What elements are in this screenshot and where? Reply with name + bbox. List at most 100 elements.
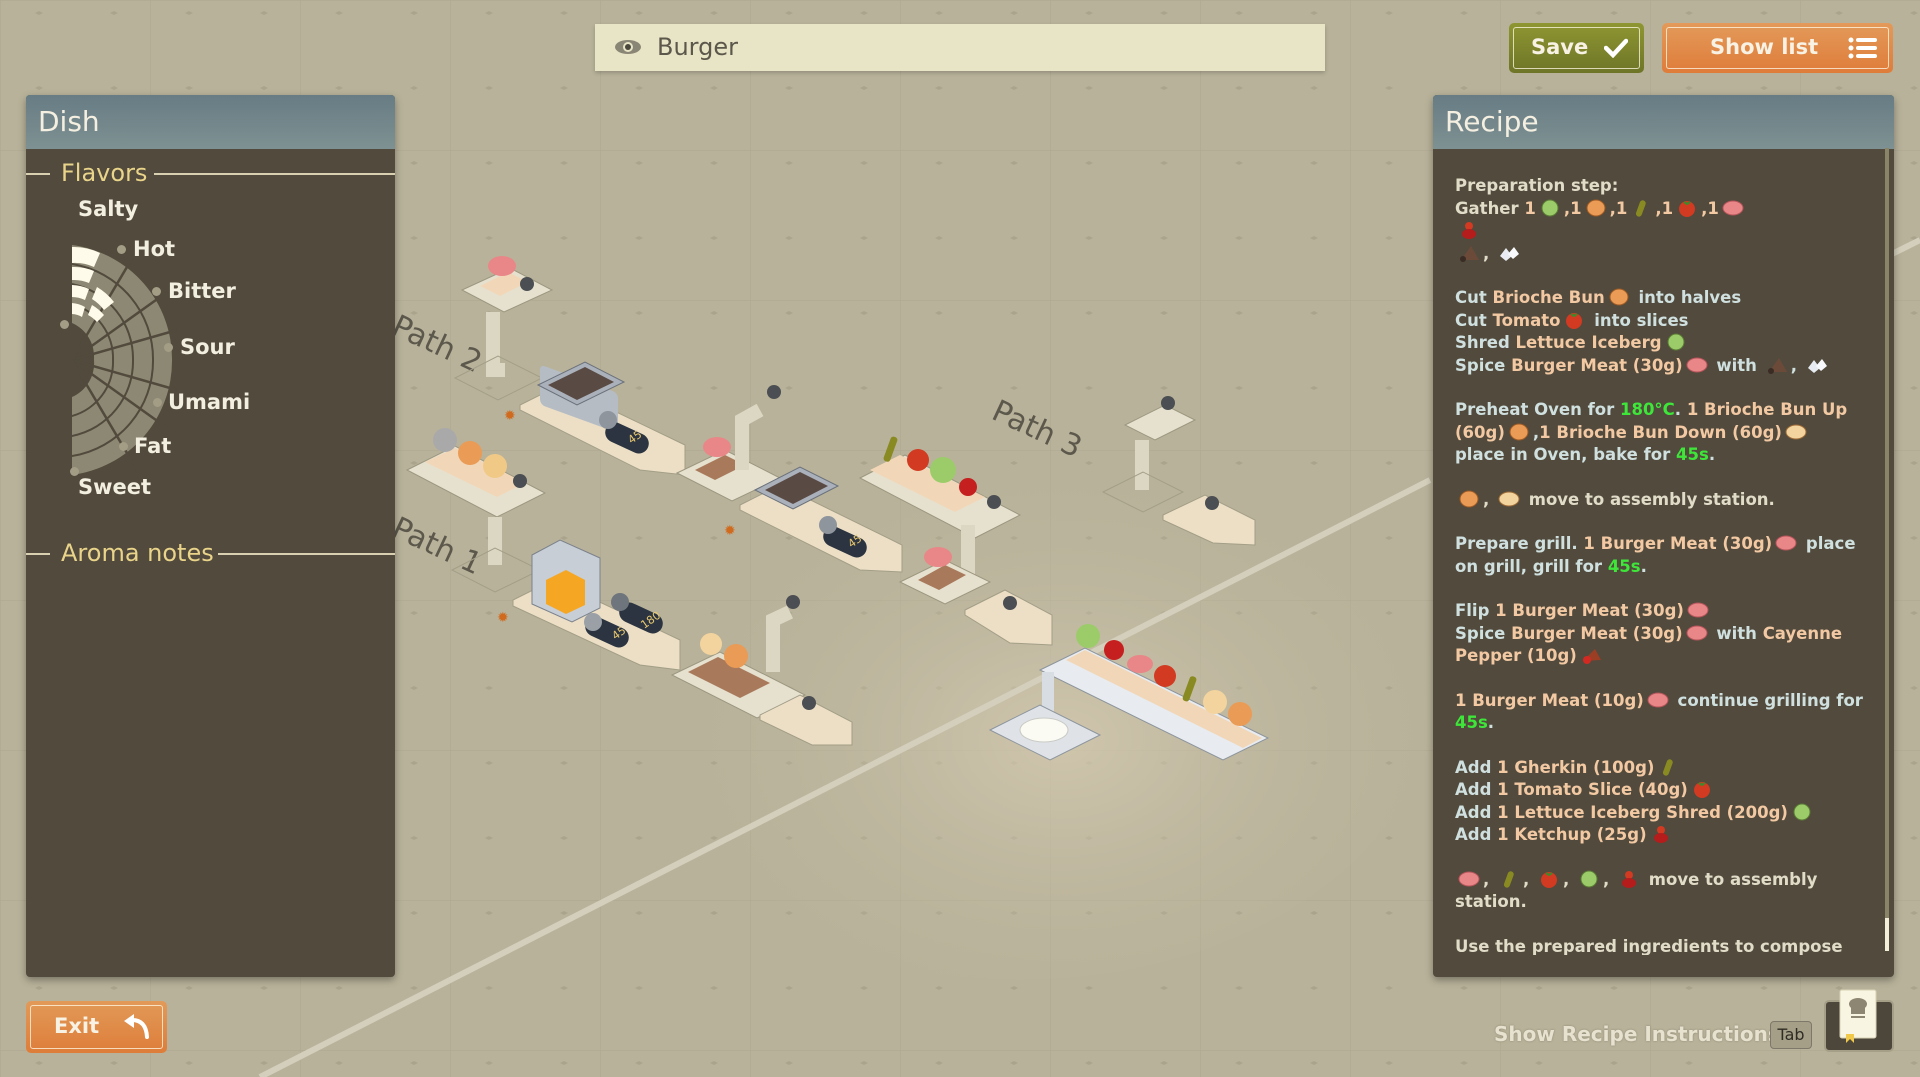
exit-label: Exit [54, 1014, 100, 1038]
ingredient-name: ,1 [1701, 198, 1719, 218]
add-slot-icon[interactable] [767, 385, 781, 399]
recipe-text: Cut [1455, 288, 1493, 307]
lettuce-icon [1580, 870, 1598, 887]
recipe-scrollbar-thumb[interactable] [1885, 918, 1889, 951]
bun-icon [1509, 423, 1529, 440]
flavors-section-header: Flavors [26, 153, 395, 193]
recipe-step: , move to assembly station. [1455, 489, 1865, 512]
add-slot-icon[interactable] [513, 474, 527, 488]
recipe-text: move to assembly station. [1523, 489, 1775, 509]
ingredient-name: ,1 [1563, 198, 1582, 218]
gherkin-icon [1636, 199, 1647, 217]
recipe-value: 45s [1676, 445, 1709, 464]
ingredient-name: 1 Burger Meat (30g) [1495, 601, 1684, 620]
aroma-section-header: Aroma notes [26, 533, 395, 573]
meat-icon [1722, 200, 1744, 215]
eye-icon[interactable] [613, 24, 643, 71]
recipe-book-button[interactable] [1824, 989, 1894, 1052]
recipe-text: Add [1455, 757, 1498, 777]
recipe-text: Spice [1455, 623, 1512, 643]
recipe-step: Add 1 Gherkin (100g) Add 1 Tomato Slice (… [1455, 757, 1865, 847]
bun-icon [1586, 199, 1606, 216]
aroma-title: Aroma notes [61, 539, 214, 567]
recipe-text: into slices [1588, 310, 1689, 330]
list-icon [1848, 37, 1877, 59]
recipe-step: Preparation step: Gather 1 ,1 ,1 ,1 ,1, [1455, 175, 1865, 265]
dish-panel-title: Dish [26, 95, 395, 149]
recipe-text: place in Oven, bake for [1455, 445, 1677, 464]
bun-icon [1609, 288, 1629, 306]
heat-icon: ✹ [504, 408, 516, 424]
add-slot-icon[interactable] [786, 595, 800, 609]
recipe-text: , [1483, 869, 1496, 889]
recipe-steps[interactable]: Preparation step: Gather 1 ,1 ,1 ,1 ,1, Cut B… [1455, 175, 1865, 955]
recipe-text: , [1790, 355, 1803, 375]
salt-icon [1500, 246, 1520, 261]
flavor-hot: Hot [133, 237, 176, 261]
recipe-scrollbar[interactable] [1885, 148, 1889, 951]
add-slot-icon[interactable] [987, 495, 1001, 509]
add-slot-icon[interactable] [1161, 396, 1175, 410]
recipe-text: Flip [1455, 601, 1496, 620]
add-slot-icon[interactable] [1003, 596, 1017, 610]
recipe-text: . [1708, 445, 1716, 464]
ketchup-icon [1462, 222, 1476, 239]
recipe-text: , [1483, 489, 1496, 509]
ingredient-name: ,1 [1609, 198, 1628, 218]
recipe-step: 1 Burger Meat (10g) continue grilling fo… [1455, 690, 1865, 735]
ingredient-name: ,1 [1655, 198, 1674, 218]
ingredient-name: 1 Burger Meat (10g) [1455, 690, 1644, 710]
meat-icon [1686, 357, 1708, 372]
recipe-text: with [1710, 623, 1763, 643]
recipe-text: Preparation step: [1455, 176, 1619, 195]
lettuce-icon [1541, 199, 1559, 216]
dish-panel: Dish Flavors Salty Hot Bitter Sour Umami… [26, 95, 395, 977]
pepper-icon [1767, 357, 1787, 374]
recipe-text: , [1483, 243, 1496, 263]
add-slot-icon[interactable] [802, 696, 816, 710]
recipe-value: 45s [1455, 713, 1488, 732]
flavors-title: Flavors [61, 159, 148, 187]
ingredient-name: 1 Burger Meat (30g) [1583, 534, 1773, 553]
bun-bottom-icon [1498, 491, 1520, 506]
ingredient-name: Lettuce Iceberg [1515, 333, 1662, 352]
recipe-text: Cut [1455, 310, 1493, 330]
ingredient-name: 1 [1524, 198, 1536, 218]
recipe-value: 45s [1607, 556, 1641, 576]
bun-icon [1459, 490, 1479, 507]
recipe-step: Flip 1 Burger Meat (30g) Spice Burger Mea… [1455, 600, 1865, 668]
meat-icon [1775, 535, 1797, 551]
recipe-name-field[interactable]: Burger [595, 24, 1325, 71]
flavor-sour: Sour [180, 335, 235, 359]
recipe-text: , [1523, 869, 1536, 889]
recipe-panel-title: Recipe [1433, 95, 1894, 149]
recipe-text: Gather [1455, 198, 1525, 218]
cayenne-icon [1582, 649, 1601, 664]
flavor-umami: Umami [168, 390, 251, 414]
ingredient-name: 1 Brioche Bun Down (60g) [1539, 422, 1782, 442]
recipe-value: 180°C [1619, 400, 1675, 419]
heat-icon: ✹ [497, 610, 509, 626]
recipe-text: Add [1455, 825, 1498, 844]
recipe-book-icon [1839, 989, 1877, 1043]
bun-bottom-icon [1785, 424, 1807, 439]
show-recipe-hint: Show Recipe Instructions [1494, 1022, 1780, 1046]
recipe-step: , , , , move to assembly station. [1455, 869, 1865, 914]
add-slot-icon[interactable] [520, 277, 534, 291]
meat-icon [1458, 871, 1480, 886]
recipe-text: Use the prepared ingredients to compose … [1455, 936, 1843, 956]
recipe-text: . [1640, 556, 1647, 576]
save-button[interactable]: Save [1509, 23, 1644, 73]
recipe-name-value: Burger [657, 33, 738, 61]
recipe-text: . [1674, 400, 1687, 419]
exit-button[interactable]: Exit [26, 1001, 167, 1053]
show-list-button[interactable]: Show list [1662, 23, 1893, 73]
recipe-text: continue grilling for [1671, 690, 1863, 710]
recipe-text: Shred [1455, 333, 1516, 352]
heat-icon: ✹ [724, 523, 736, 539]
recipe-text: Prepare grill. [1455, 534, 1584, 553]
recipe-step: Prepare grill. 1 Burger Meat (30g) place… [1455, 533, 1865, 578]
add-slot-icon[interactable] [1205, 496, 1219, 510]
recipe-text: , [1563, 869, 1576, 889]
recipe-text: into halves [1632, 288, 1742, 307]
